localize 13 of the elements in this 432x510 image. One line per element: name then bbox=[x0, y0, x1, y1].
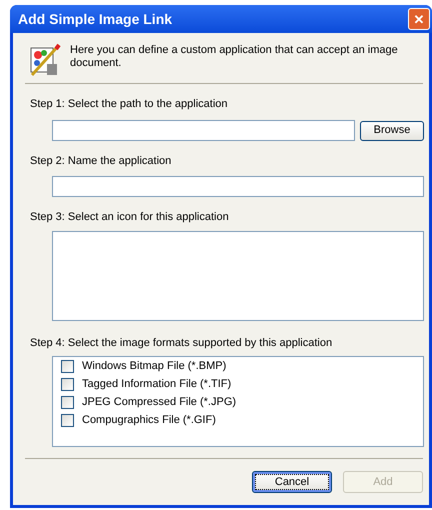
step-label: Step 4: Select the image formats supported by this application bbox=[30, 336, 334, 350]
format-label: JPEG Compressed File (*.JPG) bbox=[82, 396, 236, 409]
browse-button[interactable]: Browse bbox=[360, 120, 424, 140]
window-title: Add Simple Image Link bbox=[18, 10, 172, 29]
format-label: Windows Bitmap File (*.BMP) bbox=[82, 360, 226, 373]
close-button[interactable]: ✕ bbox=[408, 8, 430, 30]
step-label: Step 1: Select the path to the application bbox=[30, 97, 229, 112]
dialog-button[interactable]: Cancel bbox=[252, 471, 332, 493]
step-label: Step 2: Name the application bbox=[30, 154, 172, 168]
intro-text: Here you can define a custom application that can accept an image document. bbox=[70, 44, 399, 70]
format-label: Tagged Information File (*.TIF) bbox=[82, 378, 232, 391]
format-label: Compugraphics File (*.GIF) bbox=[82, 414, 216, 427]
step-label: Step 3: Select an icon for this application bbox=[30, 210, 230, 225]
